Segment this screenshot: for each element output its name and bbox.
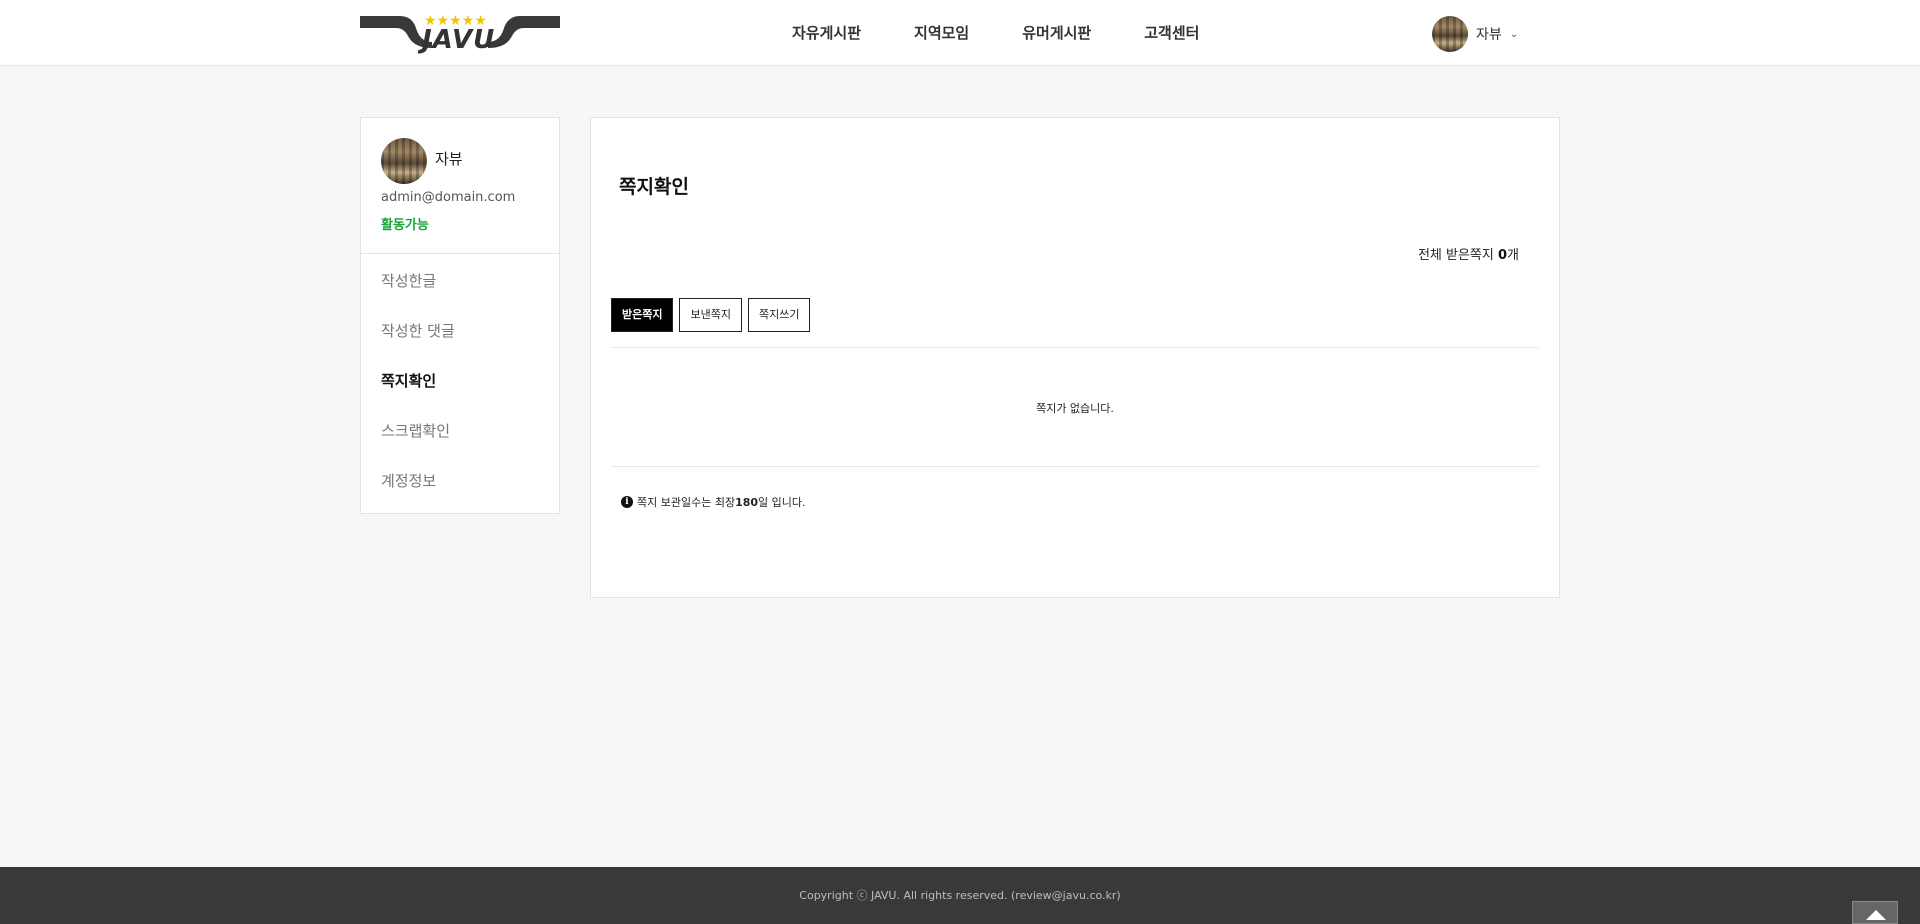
notice-suffix: 일 입니다. xyxy=(758,496,806,509)
user-name: 자뷰 xyxy=(1476,27,1502,43)
nav-item-humor-board[interactable]: 유머게시판 xyxy=(1022,22,1091,44)
chevron-down-icon: ⌄ xyxy=(1509,28,1519,40)
main-nav: 자유게시판 지역모임 유머게시판 고객센터 xyxy=(792,22,1252,44)
sidebar-menu: 작성한글 작성한 댓글 쪽지확인 스크랩확인 계정정보 xyxy=(361,254,559,516)
sidebar-item-account[interactable]: 계정정보 xyxy=(361,466,559,516)
message-tabs: 받은쪽지 보낸쪽지 쪽지쓰기 xyxy=(611,298,816,332)
notice-days: 180 xyxy=(735,495,759,509)
profile-name: 자뷰 xyxy=(435,150,463,168)
site-logo[interactable]: ★★★★★ JAVU xyxy=(360,14,560,54)
info-icon: i xyxy=(621,496,633,508)
nav-item-customer-center[interactable]: 고객센터 xyxy=(1144,22,1199,44)
sidebar-item-messages[interactable]: 쪽지확인 xyxy=(361,366,559,416)
total-prefix: 전체 받은쪽지 xyxy=(1417,248,1498,263)
copyright-text: Copyright ⓒ JAVU. All rights reserved. (… xyxy=(799,889,1121,902)
sidebar-item-scraps[interactable]: 스크랩확인 xyxy=(361,416,559,466)
nav-item-free-board[interactable]: 자유게시판 xyxy=(792,22,861,44)
empty-message: 쪽지가 없습니다. xyxy=(1036,402,1114,415)
scroll-to-top-button[interactable] xyxy=(1852,901,1898,924)
profile-card: 자뷰 admin@domain.com 활동가능 xyxy=(361,118,559,254)
messages-panel: 쪽지확인 전체 받은쪽지 0개 받은쪽지 보낸쪽지 쪽지쓰기 쪽지가 없습니다.… xyxy=(590,117,1560,598)
tab-sent[interactable]: 보낸쪽지 xyxy=(679,298,742,332)
total-count: 0 xyxy=(1497,248,1508,263)
user-menu[interactable]: 자뷰 ⌄ xyxy=(1432,16,1518,52)
site-header: ★★★★★ JAVU 자유게시판 지역모임 유머게시판 고객센터 자뷰 ⌄ xyxy=(0,0,1920,66)
divider xyxy=(611,347,1539,348)
site-footer: Copyright ⓒ JAVU. All rights reserved. (… xyxy=(0,867,1920,924)
status-badge: 활동가능 xyxy=(381,218,429,233)
mypage-sidebar: 자뷰 admin@domain.com 활동가능 작성한글 작성한 댓글 쪽지확… xyxy=(360,117,560,514)
sidebar-item-my-posts[interactable]: 작성한글 xyxy=(361,266,559,316)
sidebar-item-my-comments[interactable]: 작성한 댓글 xyxy=(361,316,559,366)
notice-prefix: 쪽지 보관일수는 최장 xyxy=(637,496,736,509)
divider xyxy=(611,466,1539,467)
message-total: 전체 받은쪽지 0개 xyxy=(1418,244,1519,263)
tab-write[interactable]: 쪽지쓰기 xyxy=(747,298,811,332)
tab-received[interactable]: 받은쪽지 xyxy=(611,298,674,332)
page-title: 쪽지확인 xyxy=(619,176,689,198)
profile-avatar xyxy=(381,138,427,184)
logo-text: JAVU xyxy=(422,25,496,55)
retention-notice: i 쪽지 보관일수는 최장 180 일 입니다. xyxy=(621,494,806,510)
avatar xyxy=(1432,16,1468,52)
total-suffix: 개 xyxy=(1507,248,1519,263)
nav-item-local-meetup[interactable]: 지역모임 xyxy=(914,22,969,44)
profile-email: admin@domain.com xyxy=(381,190,516,205)
